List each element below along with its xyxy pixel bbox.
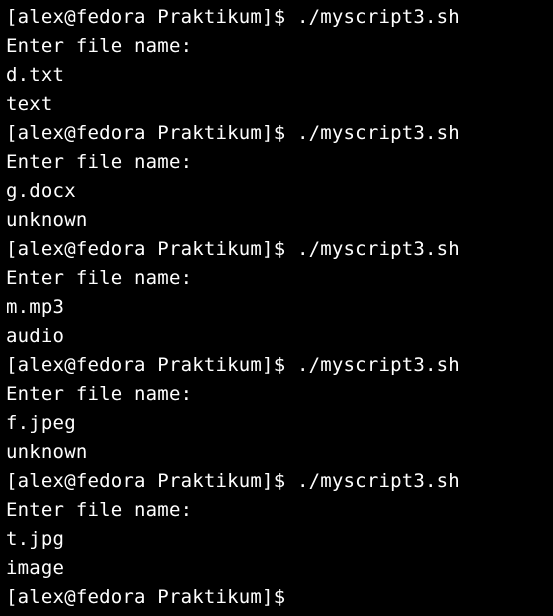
prompt-message: Enter file name: [6,267,193,289]
shell-prompt: [alex@fedora Praktikum]$ [6,238,286,260]
shell-prompt: [alex@fedora Praktikum]$ [6,6,286,28]
command-text: ./myscript3.sh [296,470,460,492]
command-text: ./myscript3.sh [296,6,460,28]
prompt-message: Enter file name: [6,499,193,521]
script-output: unknown [6,209,88,231]
command-line: [alex@fedora Praktikum]$ ./myscript3.sh [6,119,553,148]
user-input: d.txt [6,64,65,86]
terminal-prompt-line[interactable]: [alex@fedora Praktikum]$ [6,583,553,612]
prompt-message: Enter file name: [6,35,193,57]
user-input: f.jpeg [6,412,76,434]
script-output: audio [6,325,65,347]
script-output: unknown [6,441,88,463]
terminal-window[interactable]: [alex@fedora Praktikum]$ ./myscript3.sh E… [0,0,553,616]
user-input: g.docx [6,180,76,202]
terminal-output: [alex@fedora Praktikum]$ ./myscript3.sh E… [6,3,553,583]
shell-prompt: [alex@fedora Praktikum]$ [6,470,286,492]
prompt-message: Enter file name: [6,383,193,405]
command-line: [alex@fedora Praktikum]$ ./myscript3.sh [6,3,553,32]
command-text: ./myscript3.sh [296,122,460,144]
script-output: image [6,557,65,579]
shell-prompt: [alex@fedora Praktikum]$ [6,122,286,144]
user-input: m.mp3 [6,296,65,318]
user-input: t.jpg [6,528,65,550]
final-prompt: [alex@fedora Praktikum]$ [6,586,286,608]
command-line: [alex@fedora Praktikum]$ ./myscript3.sh [6,235,553,264]
command-text: ./myscript3.sh [296,238,460,260]
command-line: [alex@fedora Praktikum]$ ./myscript3.sh [6,351,553,380]
script-output: text [6,93,53,115]
command-line: [alex@fedora Praktikum]$ ./myscript3.sh [6,467,553,496]
command-text: ./myscript3.sh [296,354,460,376]
prompt-message: Enter file name: [6,151,193,173]
shell-prompt: [alex@fedora Praktikum]$ [6,354,286,376]
